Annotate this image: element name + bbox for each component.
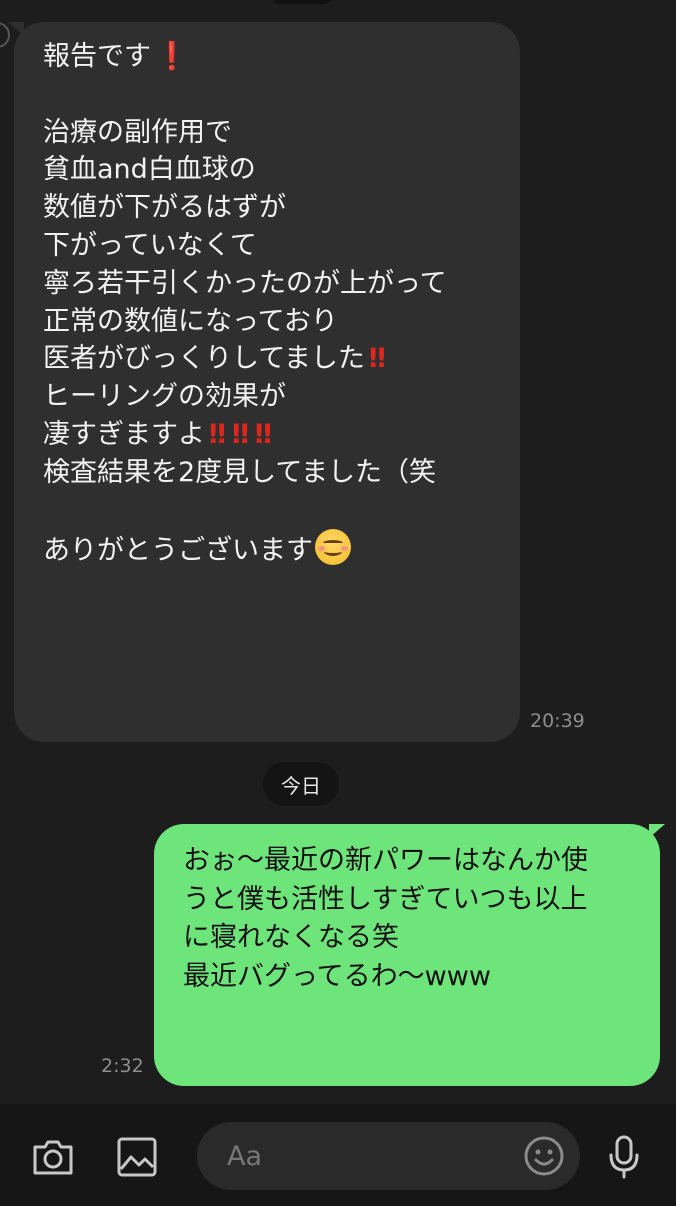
- microphone-icon[interactable]: [602, 1132, 646, 1182]
- outgoing-timestamp: 2:32: [101, 1055, 144, 1077]
- double-exclamation-icon: ‼: [231, 418, 249, 450]
- date-separator: 今日: [263, 762, 339, 806]
- incoming-message-text: 報告です ❗ 治療の副作用で 貧血and白血球の 数値が下がるはずが 下がっていな…: [43, 41, 447, 567]
- image-icon[interactable]: [114, 1134, 160, 1180]
- message-input-bar: [0, 1104, 676, 1206]
- emoji-icon[interactable]: [522, 1134, 566, 1178]
- outgoing-message-bubble[interactable]: おぉ〜最近の新パワーはなんか使 うと僕も活性しすぎていつも以上 に寝れなくなる笑…: [154, 824, 660, 1086]
- double-exclamation-icon: ‼: [254, 418, 272, 450]
- camera-icon[interactable]: [30, 1134, 76, 1180]
- incoming-timestamp: 20:39: [530, 710, 585, 732]
- avatar[interactable]: [0, 22, 10, 48]
- double-exclamation-icon: ‼: [209, 418, 226, 450]
- incoming-message-bubble[interactable]: 報告です ❗ 治療の副作用で 貧血and白血球の 数値が下がるはずが 下がっていな…: [14, 22, 520, 742]
- chat-area[interactable]: 報告です ❗ 治療の副作用で 貧血and白血球の 数値が下がるはずが 下がっていな…: [0, 0, 676, 1104]
- double-exclamation-icon: ‼: [368, 343, 386, 375]
- top-notch: [272, 0, 332, 4]
- outgoing-message-text: おぉ〜最近の新パワーはなんか使 うと僕も活性しすぎていつも以上 に寝れなくなる笑…: [183, 845, 588, 992]
- smiling-face-icon: [315, 529, 351, 566]
- exclamation-icon: ❗: [155, 41, 189, 72]
